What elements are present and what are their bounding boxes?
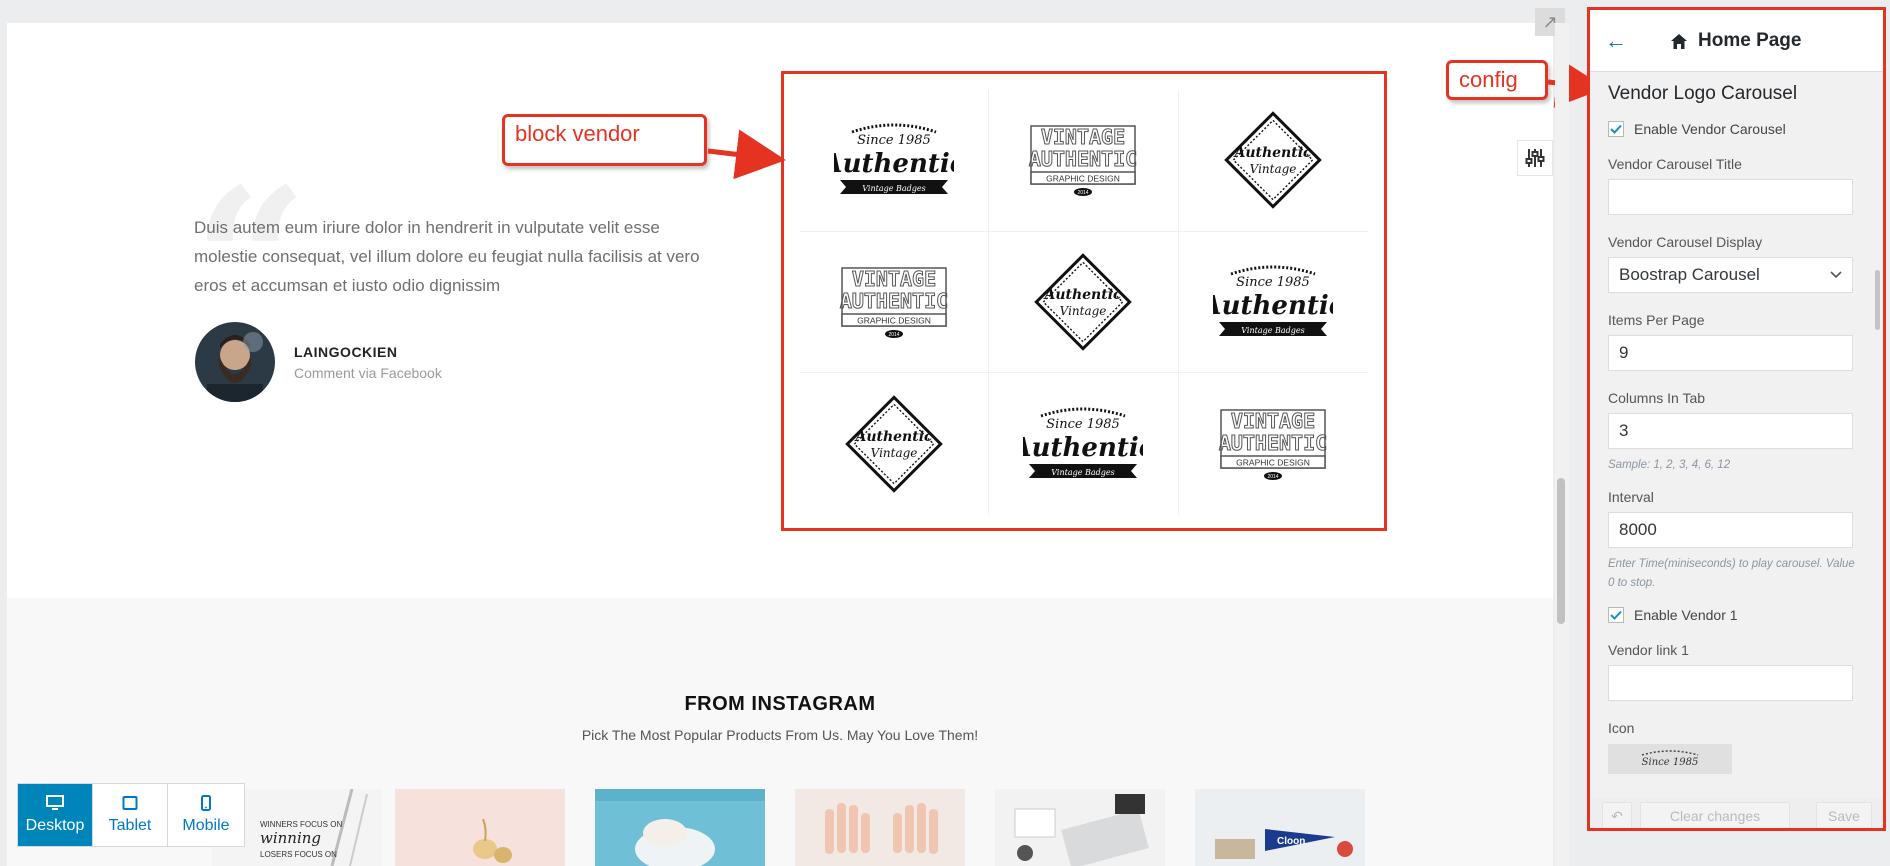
carousel-display-label: Vendor Carousel Display bbox=[1608, 234, 1763, 250]
vendor-link1-label: Vendor link 1 bbox=[1608, 642, 1689, 658]
home-icon bbox=[1671, 33, 1687, 49]
device-desktop-label: Desktop bbox=[25, 817, 85, 834]
panel-body: Vendor Logo Carousel Enable Vendor Carou… bbox=[1608, 72, 1858, 774]
undo-icon: ↶ bbox=[1611, 807, 1623, 824]
carousel-display-value: Boostrap Carousel bbox=[1619, 265, 1760, 284]
items-per-page-input[interactable]: 9 bbox=[1608, 335, 1853, 371]
undo-button[interactable]: ↶ bbox=[1602, 802, 1632, 828]
enable-vendor-carousel-checkbox[interactable] bbox=[1608, 121, 1624, 137]
back-arrow-icon: ← bbox=[1605, 28, 1627, 53]
panel-scroll-thumb[interactable] bbox=[1875, 270, 1880, 330]
device-mobile-label: Mobile bbox=[182, 817, 230, 834]
device-tablet-label: Tablet bbox=[108, 817, 152, 834]
interval-hint: Enter Time(miniseconds) to play carousel… bbox=[1608, 558, 1855, 589]
save-button[interactable]: Save bbox=[1816, 802, 1872, 828]
section-title: Vendor Logo Carousel bbox=[1608, 83, 1798, 104]
enable-vendor-carousel-row: Enable Vendor Carousel bbox=[1608, 121, 1858, 137]
desktop-icon bbox=[46, 795, 64, 810]
panel-title-text: Home Page bbox=[1698, 30, 1802, 51]
enable-vendor1-label: Enable Vendor 1 bbox=[1634, 607, 1738, 623]
block-vendor-arrow bbox=[707, 129, 786, 180]
clear-changes-label: Clear changes bbox=[1669, 808, 1761, 824]
carousel-title-label: Vendor Carousel Title bbox=[1608, 156, 1742, 172]
vendor-link1-input[interactable] bbox=[1608, 665, 1853, 701]
carousel-display-select[interactable]: Boostrap Carousel bbox=[1608, 257, 1853, 293]
tablet-icon bbox=[122, 796, 138, 810]
columns-hint: Sample: 1, 2, 3, 4, 6, 12 bbox=[1608, 459, 1731, 471]
clear-changes-button[interactable]: Clear changes bbox=[1640, 802, 1790, 828]
vendor-icon-thumbnail[interactable]: Since 1985 bbox=[1608, 744, 1732, 774]
preview-scroll-thumb[interactable] bbox=[1557, 478, 1565, 624]
interval-value: 8000 bbox=[1619, 520, 1657, 539]
device-switcher: Desktop Tablet Mobile bbox=[17, 783, 245, 847]
panel-header: ← Home Page bbox=[1590, 10, 1883, 72]
checkmark-icon bbox=[1610, 124, 1622, 134]
preview-scrollbar[interactable] bbox=[1555, 23, 1569, 866]
enable-vendor-carousel-label: Enable Vendor Carousel bbox=[1634, 121, 1786, 137]
device-desktop-button[interactable]: Desktop bbox=[18, 784, 93, 846]
items-per-page-value: 9 bbox=[1619, 343, 1629, 362]
enable-vendor1-checkbox[interactable] bbox=[1608, 607, 1624, 623]
carousel-title-input[interactable] bbox=[1608, 179, 1853, 215]
interval-label: Interval bbox=[1608, 489, 1654, 505]
svg-text:Since 1985: Since 1985 bbox=[1642, 757, 1699, 768]
mobile-icon bbox=[201, 795, 211, 811]
customizer-panel: ← Home Page Vendor Logo Carousel Enable … bbox=[1587, 7, 1886, 831]
chevron-down-icon bbox=[1830, 271, 1842, 279]
device-tablet-button[interactable]: Tablet bbox=[93, 784, 168, 846]
enable-vendor1-row: Enable Vendor 1 bbox=[1608, 607, 1858, 623]
panel-footer: ↶ Clear changes Save bbox=[1590, 798, 1883, 828]
panel-title: Home Page bbox=[1670, 30, 1801, 52]
columns-input[interactable]: 3 bbox=[1608, 413, 1853, 449]
checkmark-icon bbox=[1610, 610, 1622, 620]
interval-input[interactable]: 8000 bbox=[1608, 512, 1853, 548]
device-mobile-button[interactable]: Mobile bbox=[168, 784, 244, 846]
icon-label: Icon bbox=[1608, 720, 1635, 736]
sliders-icon bbox=[1525, 149, 1545, 167]
vendor-logo-image: Since 1985 bbox=[1642, 750, 1699, 768]
columns-label: Columns In Tab bbox=[1608, 390, 1706, 406]
back-button[interactable]: ← bbox=[1605, 28, 1627, 54]
columns-value: 3 bbox=[1619, 421, 1629, 440]
items-per-page-label: Items Per Page bbox=[1608, 312, 1705, 328]
save-label: Save bbox=[1828, 808, 1860, 824]
customize-settings-button[interactable] bbox=[1517, 140, 1553, 176]
